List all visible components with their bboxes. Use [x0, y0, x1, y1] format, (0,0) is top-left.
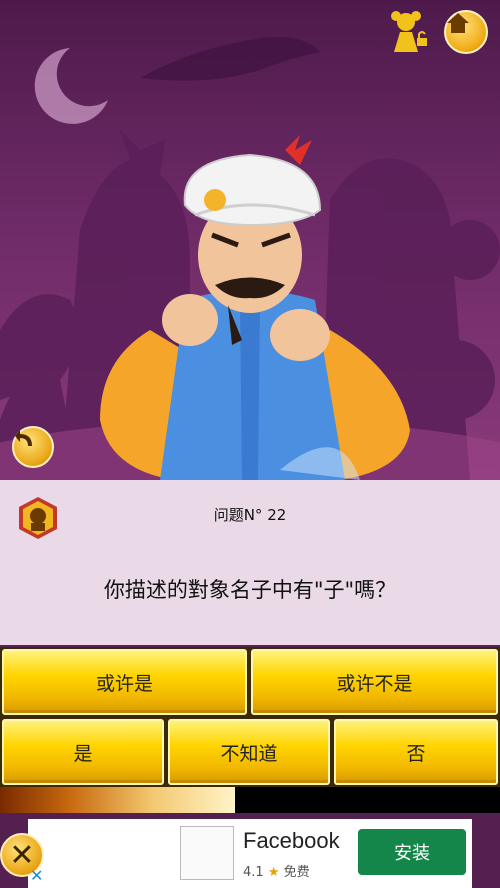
- ad-rating-value: 4.1: [243, 865, 264, 880]
- ad-title[interactable]: Facebook: [243, 828, 340, 854]
- ad-app-icon[interactable]: [180, 826, 234, 880]
- home-button[interactable]: [444, 10, 488, 54]
- ad-choices-x-icon[interactable]: ✕: [30, 866, 43, 885]
- answer-yes-button[interactable]: 是: [2, 719, 164, 785]
- progress-fill: [0, 787, 235, 813]
- back-button[interactable]: [12, 426, 54, 468]
- star-icon: ★: [267, 865, 280, 880]
- game-scene: [0, 0, 500, 480]
- ad-rating: 4.1 ★ 免费: [243, 861, 310, 880]
- question-number: 问题N° 22: [213, 506, 287, 524]
- girl-lock-icon: [391, 11, 427, 52]
- progress-bar: [0, 787, 500, 813]
- answer-no-button[interactable]: 否: [334, 719, 498, 785]
- akinator-scene-illustration: [0, 36, 500, 480]
- moon-icon: [34, 48, 108, 124]
- question-text: 你描述的對象名子中有"子"嗎？: [103, 578, 397, 602]
- ad-install-button[interactable]: 安装: [358, 829, 466, 875]
- ad-price: 免费: [283, 865, 310, 880]
- home-icon: [447, 13, 469, 33]
- girl-lock-button[interactable]: [386, 8, 430, 56]
- answer-probably-button[interactable]: 或许是: [2, 649, 247, 715]
- back-arrow-icon: [15, 430, 32, 446]
- answer-probably-not-button[interactable]: 或许不是: [251, 649, 498, 715]
- answer-dont-know-button[interactable]: 不知道: [168, 719, 330, 785]
